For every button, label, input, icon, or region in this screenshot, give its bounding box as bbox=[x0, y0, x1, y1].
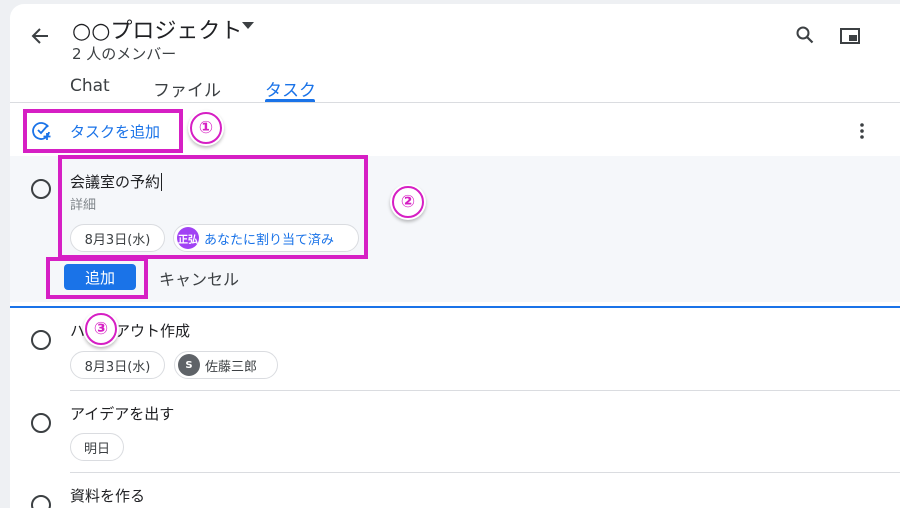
checkbox-circle-icon[interactable] bbox=[31, 330, 51, 350]
annotation-2: ② bbox=[390, 184, 426, 220]
tab-tasks[interactable]: タスク bbox=[265, 76, 316, 101]
tasks-panel: ○○プロジェクト 2 人のメンバー Chat ファイル タスク タスクを追加 ①… bbox=[10, 4, 900, 508]
date-chip[interactable]: 明日 bbox=[70, 433, 124, 461]
tab-files[interactable]: ファイル bbox=[153, 76, 221, 101]
more-vert-icon[interactable] bbox=[859, 123, 865, 139]
highlight-box-1 bbox=[23, 109, 183, 153]
date-chip[interactable]: 8月3日(水) bbox=[70, 351, 165, 379]
editor-divider bbox=[10, 306, 900, 308]
assignee-chip[interactable]: S 佐藤三郎 bbox=[174, 351, 278, 379]
search-icon[interactable] bbox=[796, 26, 814, 44]
highlight-box-2 bbox=[58, 155, 368, 259]
highlight-box-3 bbox=[46, 257, 148, 299]
task-title[interactable]: 資料を作る bbox=[70, 485, 145, 506]
divider bbox=[70, 390, 900, 391]
divider bbox=[70, 472, 900, 473]
checkbox-circle-icon[interactable] bbox=[31, 413, 51, 433]
annotation-1: ① bbox=[188, 110, 224, 146]
dropdown-caret-icon[interactable] bbox=[242, 22, 254, 30]
space-title[interactable]: ○○プロジェクト bbox=[72, 13, 242, 45]
checkbox-circle-icon[interactable] bbox=[31, 495, 51, 508]
divider bbox=[10, 102, 900, 103]
checkbox-circle-icon[interactable] bbox=[31, 179, 51, 199]
cancel-button[interactable]: キャンセル bbox=[159, 266, 239, 290]
task-title[interactable]: アイデアを出す bbox=[70, 403, 174, 424]
member-count[interactable]: 2 人のメンバー bbox=[72, 43, 176, 64]
picture-in-picture-icon[interactable] bbox=[840, 28, 860, 44]
back-arrow-icon[interactable] bbox=[31, 27, 49, 45]
avatar: S bbox=[178, 354, 200, 376]
annotation-3: ③ bbox=[83, 311, 119, 347]
tab-chat[interactable]: Chat bbox=[70, 76, 110, 96]
